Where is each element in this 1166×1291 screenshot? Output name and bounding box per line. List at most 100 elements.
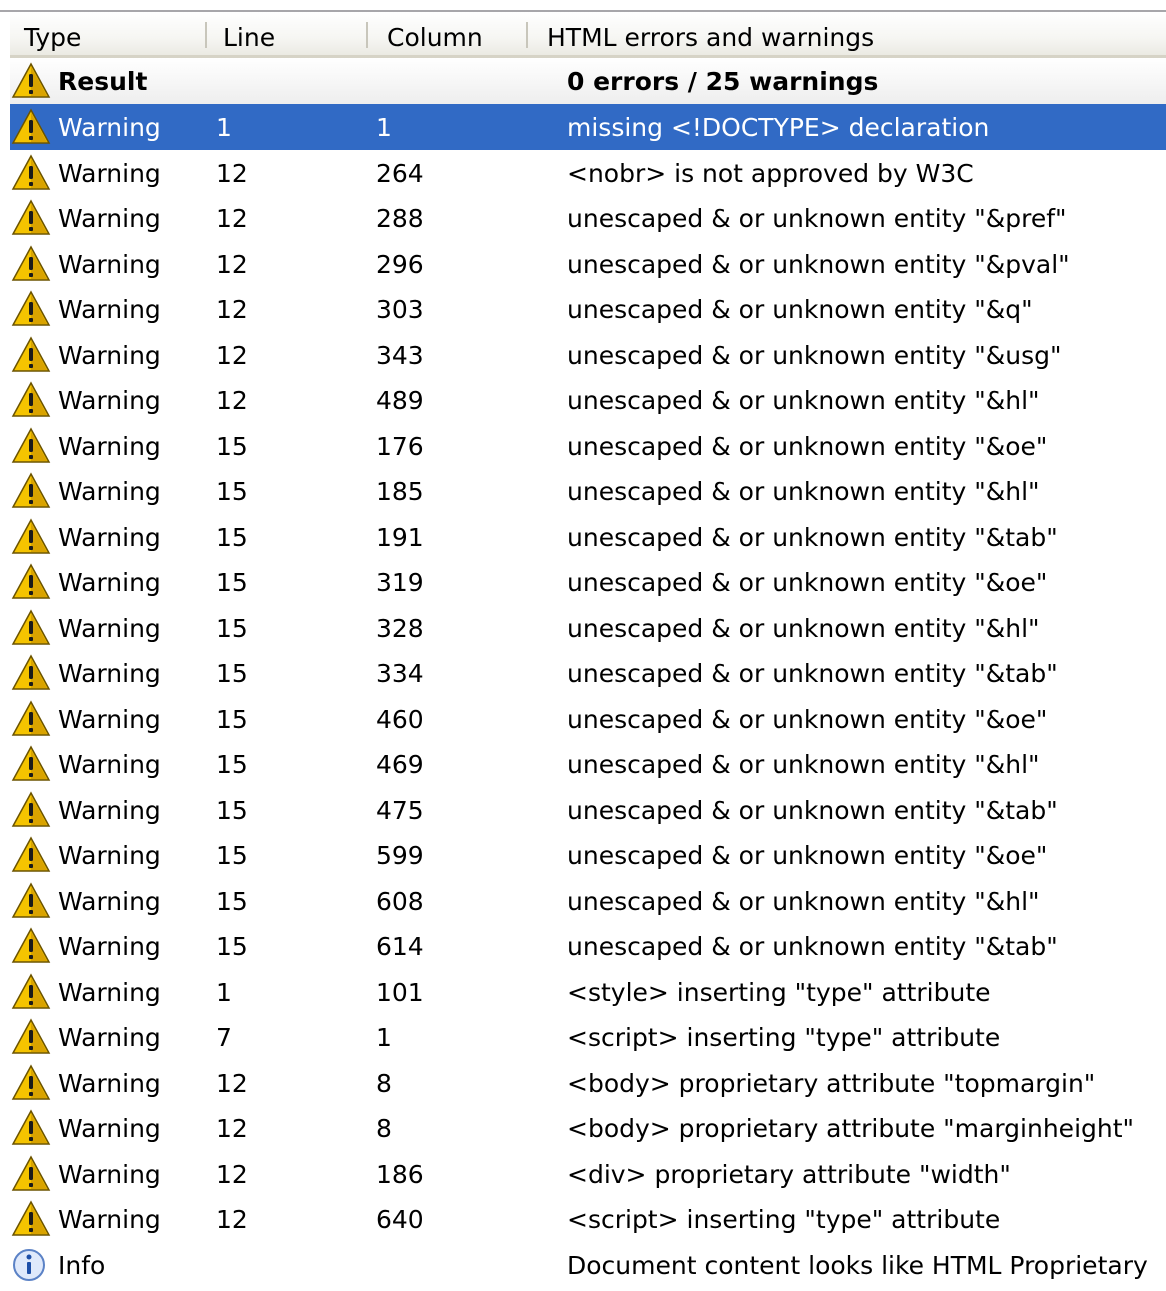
warning-icon [11, 198, 51, 238]
row-message: <style> inserting "type" attribute [567, 977, 991, 1007]
warning-row[interactable]: Warning 15 185 unescaped & or unknown entit… [10, 468, 1166, 514]
row-column: 328 [376, 613, 424, 643]
row-line: 12 [216, 1068, 248, 1098]
column-divider[interactable] [366, 22, 368, 48]
row-message: unescaped & or unknown entity "&hl" [567, 386, 1040, 415]
row-type: Warning [58, 249, 161, 279]
row-message: <body> proprietary attribute "marginheig… [567, 1114, 1135, 1143]
row-type: Warning [58, 522, 161, 552]
row-message: <body> proprietary attribute "topmargin" [567, 1068, 1096, 1098]
row-message: unescaped & or unknown entity "&pval" [567, 249, 1070, 279]
row-line: 15 [216, 613, 248, 643]
row-line: 12 [216, 204, 248, 233]
info-row[interactable]: Info Document content looks like HTML Pro… [10, 1242, 1166, 1288]
row-message: missing <!DOCTYPE> declaration [567, 113, 990, 142]
warning-row[interactable]: Warning 15 328 unescaped & or unknown entit… [10, 605, 1166, 651]
row-column: 303 [376, 295, 424, 324]
warning-row[interactable]: Warning 12 186 <div> proprietary attribute … [10, 1151, 1166, 1197]
column-divider[interactable] [205, 22, 207, 48]
row-column: 469 [376, 750, 424, 779]
row-line: 1 [216, 113, 232, 142]
column-divider[interactable] [526, 22, 528, 48]
warning-row[interactable]: Warning 12 8 <body> proprietary attribute "… [10, 1105, 1166, 1151]
warning-row[interactable]: Warning 15 191 unescaped & or unknown entit… [10, 514, 1166, 560]
row-line: 15 [216, 704, 248, 734]
row-message: unescaped & or unknown entity "&tab" [567, 659, 1058, 688]
warning-row[interactable]: Warning 12 303 unescaped & or unknown entit… [10, 286, 1166, 332]
warning-icon [11, 972, 51, 1012]
warning-icon [11, 790, 51, 830]
row-column: 296 [376, 249, 424, 279]
row-type: Warning [58, 750, 161, 779]
warning-icon [11, 1199, 51, 1239]
warning-row[interactable]: Warning 1 101 <style> inserting "type" attr… [10, 969, 1166, 1015]
warning-row[interactable]: Warning 12 640 <script> inserting "type" at… [10, 1196, 1166, 1242]
warning-row[interactable]: Warning 7 1 <script> inserting "type" attri… [10, 1014, 1166, 1060]
results-list: Result 0 errors / 25 warnings Warning 1 1 m… [10, 58, 1166, 1287]
row-type: Warning [58, 704, 161, 734]
result-summary-row[interactable]: Result 0 errors / 25 warnings [10, 58, 1166, 104]
row-line: 15 [216, 841, 248, 870]
row-type: Warning [58, 1114, 161, 1143]
row-line: 15 [216, 750, 248, 779]
warning-row[interactable]: Warning 15 334 unescaped & or unknown entit… [10, 650, 1166, 696]
warning-row[interactable]: Warning 15 599 unescaped & or unknown entit… [10, 832, 1166, 878]
row-line: 15 [216, 431, 248, 461]
column-header-message[interactable]: HTML errors and warnings [547, 12, 874, 55]
warning-icon [11, 1017, 51, 1057]
row-type: Warning [58, 659, 161, 688]
column-header-line[interactable]: Line [223, 12, 275, 55]
row-type: Warning [58, 932, 161, 961]
warning-row[interactable]: Warning 12 489 unescaped & or unknown entit… [10, 377, 1166, 423]
warning-icon [11, 1108, 51, 1148]
row-column: 1 [376, 1023, 392, 1052]
row-type: Warning [58, 295, 161, 324]
row-type: Warning [58, 1068, 161, 1098]
warning-icon [11, 517, 51, 557]
row-type: Warning [58, 386, 161, 415]
row-type: Warning [58, 568, 161, 597]
warning-row[interactable]: Warning 12 288 unescaped & or unknown entit… [10, 195, 1166, 241]
warning-row[interactable]: Warning 15 475 unescaped & or unknown entit… [10, 787, 1166, 833]
row-line: 1 [216, 977, 232, 1007]
result-label: Result [58, 67, 148, 96]
result-summary: 0 errors / 25 warnings [567, 67, 879, 96]
warning-row[interactable]: Warning 1 1 missing <!DOCTYPE> declaration [10, 104, 1166, 150]
row-message: unescaped & or unknown entity "&tab" [567, 795, 1058, 825]
row-message: unescaped & or unknown entity "&hl" [567, 750, 1040, 779]
row-column: 264 [376, 158, 424, 188]
row-column: 489 [376, 386, 424, 415]
row-line: 12 [216, 1159, 248, 1189]
warning-row[interactable]: Warning 15 614 unescaped & or unknown entit… [10, 923, 1166, 969]
warning-icon [11, 926, 51, 966]
row-message: unescaped & or unknown entity "&usg" [567, 340, 1062, 370]
row-type: Warning [58, 841, 161, 870]
warning-row[interactable]: Warning 12 296 unescaped & or unknown entit… [10, 241, 1166, 287]
row-message: <script> inserting "type" attribute [567, 1023, 1001, 1052]
row-message: unescaped & or unknown entity "&oe" [567, 841, 1048, 870]
row-line: 12 [216, 1114, 248, 1143]
column-header-column[interactable]: Column [387, 12, 483, 55]
warning-icon [11, 380, 51, 420]
row-line: 15 [216, 932, 248, 961]
row-column: 185 [376, 477, 424, 506]
row-message: unescaped & or unknown entity "&tab" [567, 522, 1058, 552]
warning-row[interactable]: Warning 15 460 unescaped & or unknown entit… [10, 696, 1166, 742]
warning-row[interactable]: Warning 12 343 unescaped & or unknown entit… [10, 332, 1166, 378]
warning-row[interactable]: Warning 15 176 unescaped & or unknown entit… [10, 423, 1166, 469]
column-header-type[interactable]: Type [24, 12, 81, 55]
row-type: Warning [58, 795, 161, 825]
warning-row[interactable]: Warning 12 8 <body> proprietary attribute "… [10, 1060, 1166, 1106]
row-type: Warning [58, 113, 161, 142]
warning-row[interactable]: Warning 15 469 unescaped & or unknown entit… [10, 741, 1166, 787]
warning-icon [11, 699, 51, 739]
warning-icon [11, 244, 51, 284]
warning-icon [11, 61, 51, 101]
row-column: 186 [376, 1159, 424, 1189]
warning-row[interactable]: Warning 15 608 unescaped & or unknown entit… [10, 878, 1166, 924]
row-column: 599 [376, 841, 424, 870]
warning-row[interactable]: Warning 12 264 <nobr> is not approved by W3… [10, 150, 1166, 196]
row-line: 15 [216, 568, 248, 597]
table-header: Type Line Column HTML errors and warning… [10, 12, 1166, 58]
warning-row[interactable]: Warning 15 319 unescaped & or unknown entit… [10, 559, 1166, 605]
